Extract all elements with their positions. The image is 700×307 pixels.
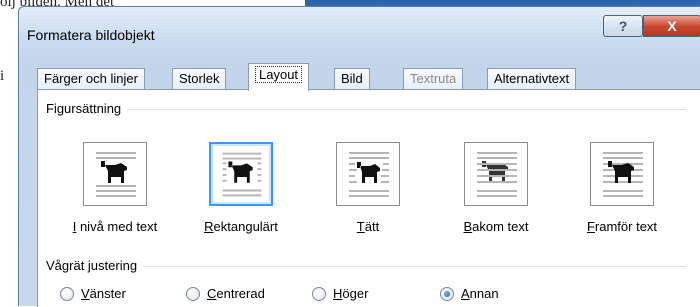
alignment-section-label: Vågrät justering [46,258,144,273]
wrap-option-behind[interactable]: Bakom text [438,142,554,234]
wrap-option-inline[interactable]: I nivå med text [57,142,173,234]
dialog-title: Formatera bildobjekt [27,27,155,43]
wrap-label-inline: I nivå med text [72,219,158,234]
help-icon: ? [618,18,628,34]
wrap-tile[interactable] [209,142,273,206]
close-icon: X [667,18,677,34]
square-wrap-icon [222,152,262,197]
tab-size[interactable]: Storlek [172,68,227,90]
section-divider [46,109,686,110]
close-button[interactable]: X [643,15,700,37]
align-left-radio[interactable]: Vänster [60,286,126,301]
tab-colors-and-lines[interactable]: Färger och linjer [37,68,145,90]
help-button[interactable]: ? [603,15,643,37]
wrap-option-front[interactable]: Framför text [564,142,680,234]
wrap-option-square[interactable]: Rektangulärt [183,142,299,234]
align-other-label: Annan [461,286,499,301]
wrap-tile[interactable] [336,142,400,206]
wrapping-section-label: Figursättning [46,101,128,116]
wrap-option-tight[interactable]: Tätt [310,142,426,234]
tight-wrap-icon [349,152,389,197]
radio-dot-icon [444,290,450,297]
in-line-with-text-icon [96,152,136,197]
wrap-tile[interactable] [83,142,147,206]
tab-layout[interactable]: Layout [248,63,310,91]
wrap-tile[interactable] [464,142,528,206]
wrap-tile[interactable] [590,142,654,206]
wrap-label-square: Rektangulärt [204,219,278,234]
align-right-label: Höger [333,286,369,301]
layout-panel: Figursättning I nivå med text Rektangulä… [37,89,700,307]
radio-button[interactable] [186,286,200,301]
title-bar[interactable]: Formatera bildobjekt ? X [19,7,700,57]
background-margin-glyph: i [0,68,5,84]
align-center-radio[interactable]: Centrerad [186,286,265,301]
wrap-label-behind: Bakom text [463,219,529,234]
in-front-of-text-icon [603,152,643,197]
tab-text-box: Textruta [403,68,464,90]
radio-button[interactable] [312,286,326,301]
align-center-label: Centrerad [207,286,265,301]
format-picture-dialog: Formatera bildobjekt ? X Färger och linj… [18,6,700,307]
radio-button[interactable] [60,286,74,301]
tab-picture[interactable]: Bild [334,68,370,90]
wrap-label-tight: Tätt [356,219,380,234]
wrap-label-front: Framför text [586,219,658,234]
align-right-radio[interactable]: Höger [312,286,368,301]
radio-button-checked[interactable] [440,286,454,301]
tab-alt-text[interactable]: Alternativtext [487,68,577,90]
align-other-radio[interactable]: Annan [440,286,499,301]
behind-text-icon [477,152,517,197]
align-left-label: Vänster [81,286,126,301]
